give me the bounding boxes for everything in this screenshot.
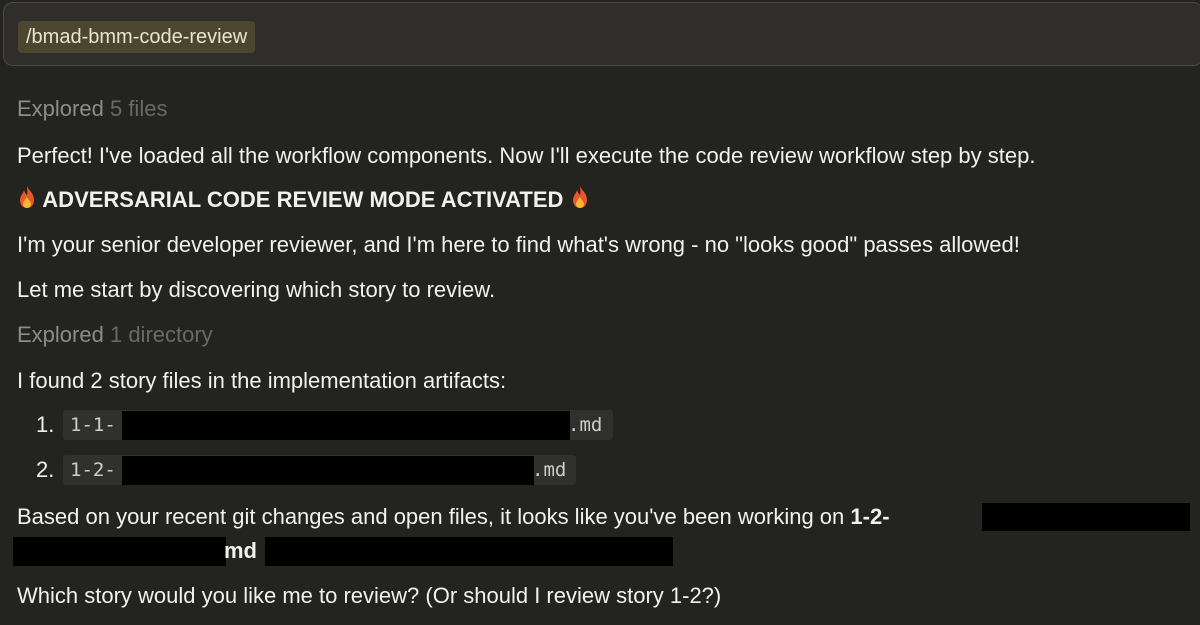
intro-text: Perfect! I've loaded all the workflow co…	[17, 143, 1036, 168]
explored-label: Explored	[17, 96, 104, 121]
mode-banner-text: ADVERSARIAL CODE REVIEW MODE ACTIVATED	[42, 187, 564, 212]
fire-icon	[570, 185, 590, 216]
prompt-box[interactable]: /bmad-bmm-code-review	[3, 2, 1200, 66]
found-text: I found 2 story files in the implementat…	[17, 368, 507, 393]
redaction-bar	[265, 537, 673, 566]
question-text: Which story would you like me to review?…	[17, 583, 722, 608]
explored-files-toggle[interactable]: Explored 5 files	[17, 95, 167, 123]
explored-directory-toggle[interactable]: Explored 1 directory	[17, 321, 213, 349]
based-on-label: Based on your recent git changes and ope…	[17, 504, 845, 529]
based-on-story: 1-2-	[850, 504, 890, 529]
redaction-bar	[982, 503, 1190, 531]
file-extension: md	[224, 538, 257, 563]
explored-label: Explored	[17, 322, 104, 347]
role-text: I'm your senior developer reviewer, and …	[17, 232, 1020, 257]
redaction-bar	[13, 537, 226, 566]
list-number: 1.	[36, 412, 55, 437]
redaction-bar	[122, 456, 534, 485]
command-chip[interactable]: /bmad-bmm-code-review	[18, 21, 256, 53]
fire-icon	[17, 185, 37, 216]
story-extension: .md	[532, 459, 567, 481]
story-prefix: 1-1-	[70, 414, 116, 436]
mode-banner: ADVERSARIAL CODE REVIEW MODE ACTIVATED	[17, 185, 590, 216]
redaction-bar	[122, 411, 570, 440]
story-prefix: 1-2-	[70, 459, 116, 481]
explored-count: 1 directory	[109, 322, 213, 347]
based-on-text: Based on your recent git changes and ope…	[17, 503, 890, 531]
explored-count: 5 files	[109, 96, 168, 121]
story-extension: .md	[568, 414, 603, 436]
list-number: 2.	[36, 457, 55, 482]
start-text: Let me start by discovering which story …	[17, 277, 496, 302]
